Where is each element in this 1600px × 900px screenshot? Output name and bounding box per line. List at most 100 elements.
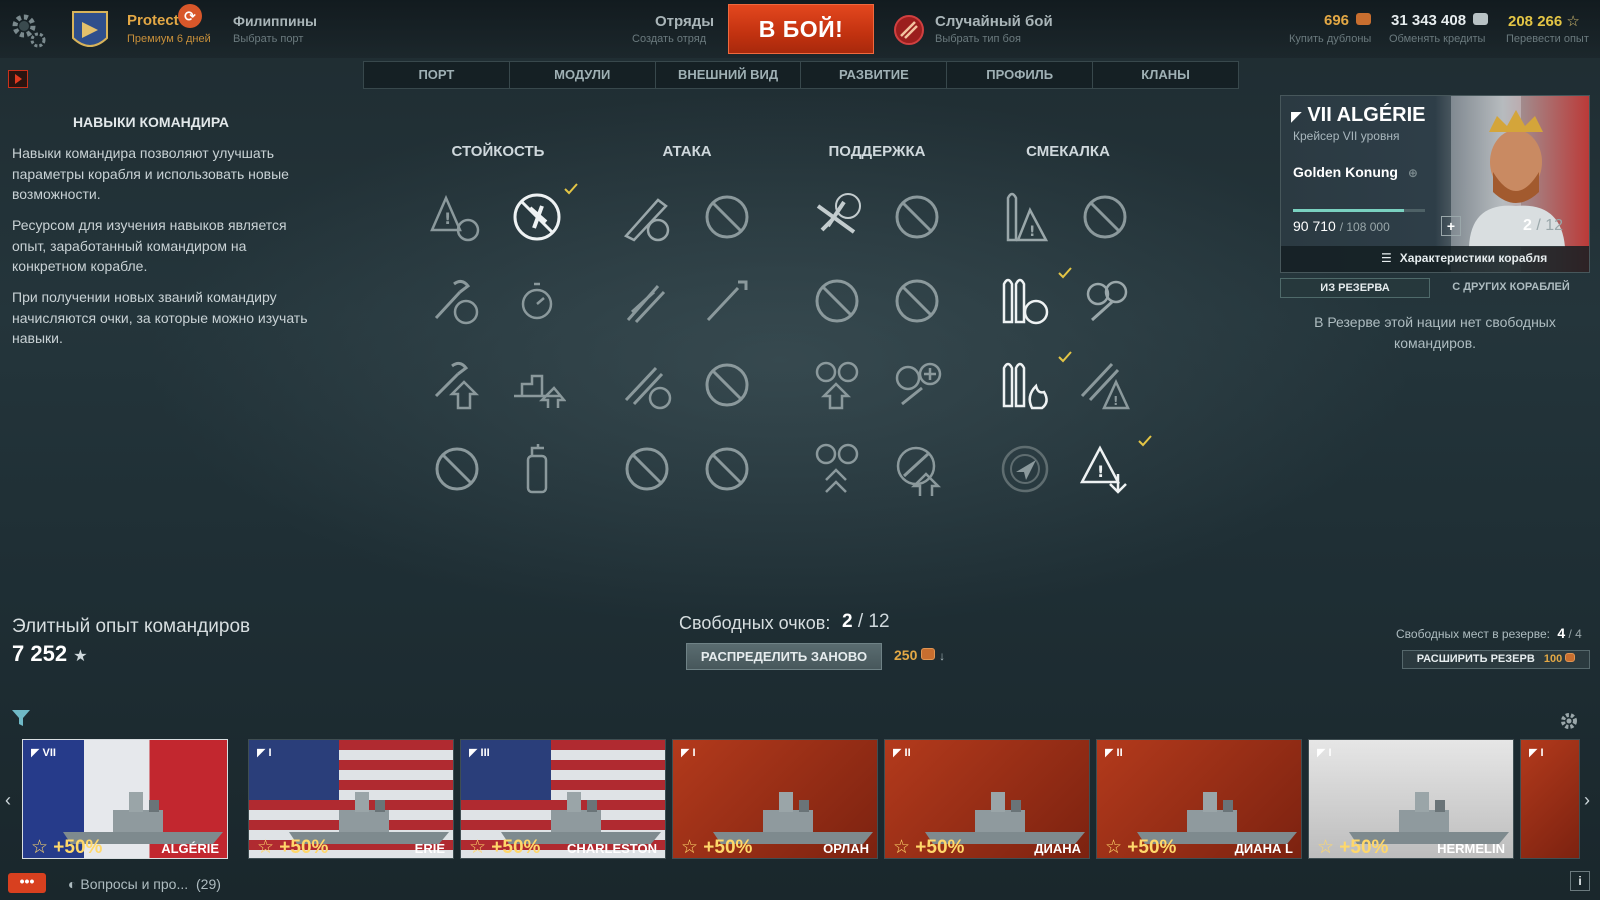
ship-tile[interactable]: ◤ I bbox=[1520, 739, 1580, 859]
doubloons-value[interactable]: 696 bbox=[1324, 12, 1372, 29]
ship-xp-bonus: ☆ +50% bbox=[31, 837, 103, 858]
ship-tile[interactable]: ◤ VII ☆ +50% ALGÉRIE bbox=[22, 739, 228, 859]
premium-status: Премиум 6 дней bbox=[127, 33, 211, 45]
skill-radar-icon[interactable] bbox=[996, 440, 1054, 498]
carousel-settings-icon[interactable] bbox=[1558, 710, 1580, 732]
credits-value[interactable]: 31 343 408 bbox=[1391, 12, 1489, 29]
ship-tier: ◤ II bbox=[893, 747, 911, 759]
elite-xp-value: 7 252 ★ bbox=[12, 641, 88, 666]
filter-icon[interactable] bbox=[10, 707, 32, 729]
premium-icon[interactable]: ⟳ bbox=[178, 4, 202, 28]
skill-locked-slot-icon[interactable] bbox=[888, 188, 946, 246]
skill-shells-icon[interactable] bbox=[618, 272, 676, 330]
skill-locked-slot-icon[interactable] bbox=[808, 272, 866, 330]
skill-shell-range-icon[interactable] bbox=[698, 272, 756, 330]
skill-learned-check-icon bbox=[564, 183, 578, 195]
skill-timer-icon[interactable] bbox=[508, 272, 566, 330]
skill-fire-prevention-icon[interactable] bbox=[508, 188, 566, 246]
skill-hazard-warning-icon[interactable]: ! bbox=[428, 188, 486, 246]
video-play-icon[interactable] bbox=[8, 70, 28, 88]
ship-tier: ◤ III bbox=[469, 747, 490, 759]
port-selector[interactable]: Филиппины bbox=[233, 13, 317, 29]
buy-doubloons-link[interactable]: Купить дублоны bbox=[1289, 33, 1371, 45]
exchange-credits-link[interactable]: Обменять кредиты bbox=[1389, 33, 1485, 45]
tab-clans[interactable]: КЛАНЫ bbox=[1093, 62, 1238, 88]
clan-crest-icon[interactable] bbox=[70, 8, 110, 56]
tab-modules[interactable]: МОДУЛИ bbox=[510, 62, 656, 88]
reserve-slots: Свободных мест в резерве: 4 / 4 bbox=[1396, 625, 1582, 641]
skill-main-battery-icon[interactable] bbox=[618, 188, 676, 246]
questions-channel[interactable]: ◐ Вопросы и про... (29) bbox=[68, 876, 221, 892]
skill-gunner-warning-icon[interactable]: ! bbox=[1076, 356, 1134, 414]
free-points-label: Свободных очков: bbox=[679, 613, 831, 633]
tab-exterior[interactable]: ВНЕШНИЙ ВИД bbox=[656, 62, 802, 88]
skill-aircraft-icon[interactable] bbox=[808, 188, 866, 246]
ship-name: ALGÉRIE bbox=[161, 841, 219, 856]
unassign-icon[interactable]: ⊕ bbox=[1408, 166, 1418, 180]
tab-from-other-ships[interactable]: С ДРУГИХ КОРАБЛЕЙ bbox=[1436, 278, 1586, 298]
commander-name[interactable]: Golden Konung ⊕ bbox=[1293, 164, 1418, 180]
convert-xp-link[interactable]: Перевести опыт bbox=[1506, 33, 1589, 45]
account-name[interactable]: Protect bbox=[127, 12, 179, 29]
skill-learned-check-icon bbox=[1058, 351, 1072, 363]
tab-development[interactable]: РАЗВИТИЕ bbox=[801, 62, 948, 88]
skill-aa-upgrade-icon[interactable] bbox=[808, 356, 866, 414]
ship-commander-card: ◤ VII ALGÉRIE Крейсер VII уровня Golden … bbox=[1280, 95, 1590, 273]
skill-torpedo-timer-icon[interactable] bbox=[996, 272, 1054, 330]
skill-locked-slot-icon[interactable] bbox=[1076, 188, 1134, 246]
redistribute-cost: 250 ↓ bbox=[894, 647, 946, 663]
skill-aa-target-upgrade-icon[interactable] bbox=[888, 440, 946, 498]
skill-consumables-repair-icon[interactable] bbox=[1076, 272, 1134, 330]
battle-mode-icon[interactable] bbox=[893, 14, 925, 46]
tab-profile[interactable]: ПРОФИЛЬ bbox=[947, 62, 1094, 88]
ship-tile[interactable]: ◤ I ☆ +50% HERMELIN bbox=[1308, 739, 1514, 859]
free-points-value: 2 / 12 bbox=[842, 611, 890, 632]
squad-button[interactable]: Отряды bbox=[655, 13, 714, 30]
skill-repair-upgrade-icon[interactable] bbox=[428, 356, 486, 414]
ship-tile[interactable]: ◤ II ☆ +50% ДИАНА L bbox=[1096, 739, 1302, 859]
skill-shells-timer-icon[interactable] bbox=[618, 356, 676, 414]
skill-column-attack: АТАКА bbox=[662, 143, 712, 160]
skill-learned-check-icon bbox=[1138, 435, 1152, 447]
skill-locked-slot-icon[interactable] bbox=[698, 356, 756, 414]
chat-button[interactable]: ••• bbox=[8, 873, 46, 893]
skill-aa-double-upgrade-icon[interactable] bbox=[808, 440, 866, 498]
ship-tile[interactable]: ◤ III ☆ +50% CHARLESTON bbox=[460, 739, 666, 859]
skill-torpedo-warning-icon[interactable]: ! bbox=[996, 188, 1054, 246]
ship-specs-button[interactable]: ☰ Характеристики корабля bbox=[1381, 251, 1547, 265]
skill-aa-plus-icon[interactable] bbox=[888, 356, 946, 414]
skill-torpedo-fire-icon[interactable] bbox=[996, 356, 1054, 414]
settings-gear-icon[interactable] bbox=[8, 10, 48, 50]
tab-from-reserve[interactable]: ИЗ РЕЗЕРВА bbox=[1280, 278, 1430, 298]
skill-warning-downgrade-icon[interactable]: ! bbox=[1076, 440, 1134, 498]
add-points-icon[interactable]: + bbox=[1441, 216, 1461, 236]
ship-name: ОРЛАН bbox=[823, 841, 869, 856]
carousel-next-icon[interactable]: › bbox=[1584, 790, 1590, 811]
skill-locked-slot-icon[interactable] bbox=[698, 188, 756, 246]
skill-locked-slot-icon[interactable] bbox=[888, 272, 946, 330]
chevron-down-icon[interactable]: ↓ bbox=[939, 649, 945, 663]
skill-repair-timer-icon[interactable] bbox=[428, 272, 486, 330]
ship-xp-bonus: ☆ +50% bbox=[1317, 837, 1389, 858]
skill-extinguisher-icon[interactable] bbox=[508, 440, 566, 498]
ship-tile[interactable]: ◤ I ☆ +50% ОРЛАН bbox=[672, 739, 878, 859]
battle-mode-selector[interactable]: Случайный бой bbox=[935, 13, 1053, 30]
free-xp-value[interactable]: 208 266 ☆ bbox=[1508, 12, 1580, 30]
elite-xp-label: Элитный опыт командиров bbox=[12, 616, 251, 637]
ship-tile[interactable]: ◤ II ☆ +50% ДИАНА bbox=[884, 739, 1090, 859]
skill-locked-slot-icon[interactable] bbox=[698, 440, 756, 498]
carousel-prev-icon[interactable]: ‹ bbox=[5, 790, 11, 811]
tab-port[interactable]: ПОРТ bbox=[364, 62, 510, 88]
skill-locked-slot-icon[interactable] bbox=[618, 440, 676, 498]
svg-text:!: ! bbox=[1113, 394, 1118, 408]
expand-reserve-button[interactable]: РАСШИРИТЬ РЕЗЕРВ 100 bbox=[1402, 650, 1590, 669]
ship-tier: ◤ II bbox=[1105, 747, 1123, 759]
chat-channel-icon: ◐ bbox=[68, 876, 77, 892]
skill-locked-slot-icon[interactable] bbox=[428, 440, 486, 498]
skill-ship-upgrade-icon[interactable] bbox=[508, 356, 567, 414]
redistribute-button[interactable]: РАСПРЕДЕЛИТЬ ЗАНОВО bbox=[686, 643, 882, 670]
skills-info-paragraph-1: Навыки командира позволяют улучшать пара… bbox=[12, 145, 289, 202]
info-icon[interactable]: i bbox=[1570, 871, 1590, 891]
battle-button[interactable]: В БОЙ! bbox=[728, 4, 874, 54]
ship-tile[interactable]: ◤ I ☆ +50% ERIE bbox=[248, 739, 454, 859]
